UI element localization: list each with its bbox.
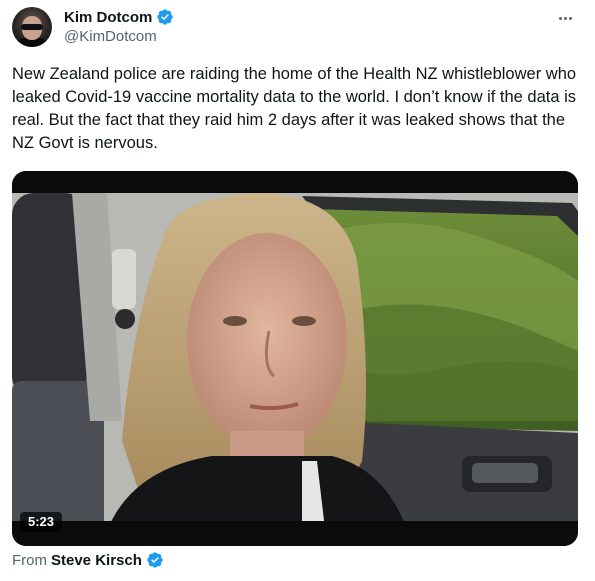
more-dot-icon [558,16,562,20]
verified-badge-icon [147,552,163,568]
video-player[interactable]: 5:23 [12,171,578,546]
tweet-text: New Zealand police are raiding the home … [12,65,581,152]
tweet-card[interactable]: Kim Dotcom @KimDotcom New Zealand police… [0,0,595,581]
attribution-label: From [12,551,47,569]
author-handle[interactable]: @KimDotcom [64,28,157,45]
avatar-glasses [21,24,43,30]
author-name-row: Kim Dotcom [64,8,174,26]
attribution-row: From Steve Kirsch [12,551,164,569]
verified-badge-icon [157,9,174,25]
more-dot-icon [568,16,572,20]
avatar[interactable] [12,7,52,47]
more-options-button[interactable] [555,8,575,28]
attribution-source-name[interactable]: Steve Kirsch [51,552,142,569]
video-duration: 5:23 [20,512,63,532]
author-display-name[interactable]: Kim Dotcom [64,9,152,26]
more-dot-icon [563,16,567,20]
video-frame [12,171,578,546]
